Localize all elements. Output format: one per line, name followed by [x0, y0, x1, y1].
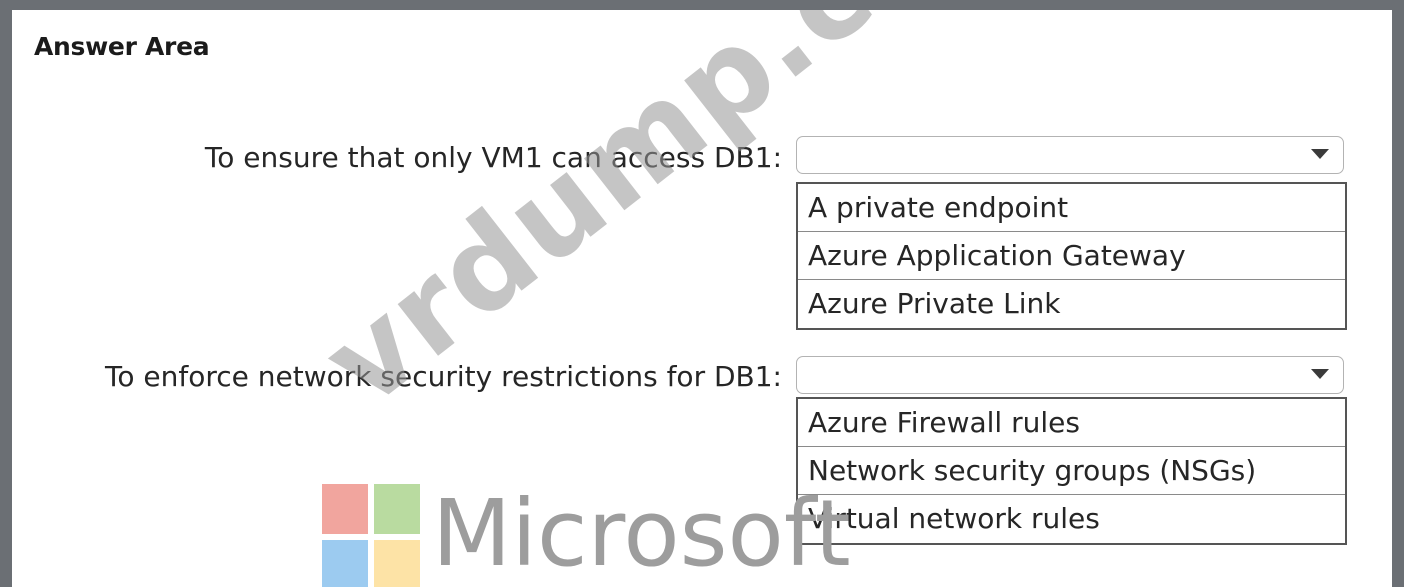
logo-tile-yellow — [374, 540, 420, 587]
option-firewall-rules[interactable]: Azure Firewall rules — [798, 399, 1345, 447]
option-application-gateway[interactable]: Azure Application Gateway — [798, 232, 1345, 280]
option-vnet-rules[interactable]: Virtual network rules — [798, 495, 1345, 543]
question-2-dropdown[interactable] — [796, 356, 1344, 394]
logo-tile-green — [374, 484, 420, 534]
microsoft-watermark-text: Microsoft — [432, 480, 851, 587]
question-1-options-list: A private endpoint Azure Application Gat… — [796, 182, 1347, 330]
answer-area-panel: Answer Area To ensure that only VM1 can … — [12, 10, 1392, 587]
chevron-down-icon[interactable] — [1311, 149, 1329, 159]
question-2-options-list: Azure Firewall rules Network security gr… — [796, 397, 1347, 545]
logo-tile-red — [322, 484, 368, 534]
chevron-down-icon[interactable] — [1311, 369, 1329, 379]
option-nsgs[interactable]: Network security groups (NSGs) — [798, 447, 1345, 495]
question-1-label: To ensure that only VM1 can access DB1: — [204, 141, 782, 174]
logo-tile-blue — [322, 540, 368, 587]
option-private-link[interactable]: Azure Private Link — [798, 280, 1345, 328]
question-1-dropdown[interactable] — [796, 136, 1344, 174]
option-private-endpoint[interactable]: A private endpoint — [798, 184, 1345, 232]
answer-area-title: Answer Area — [34, 32, 210, 61]
question-2-label: To enforce network security restrictions… — [105, 360, 782, 393]
microsoft-logo-icon — [322, 484, 422, 587]
